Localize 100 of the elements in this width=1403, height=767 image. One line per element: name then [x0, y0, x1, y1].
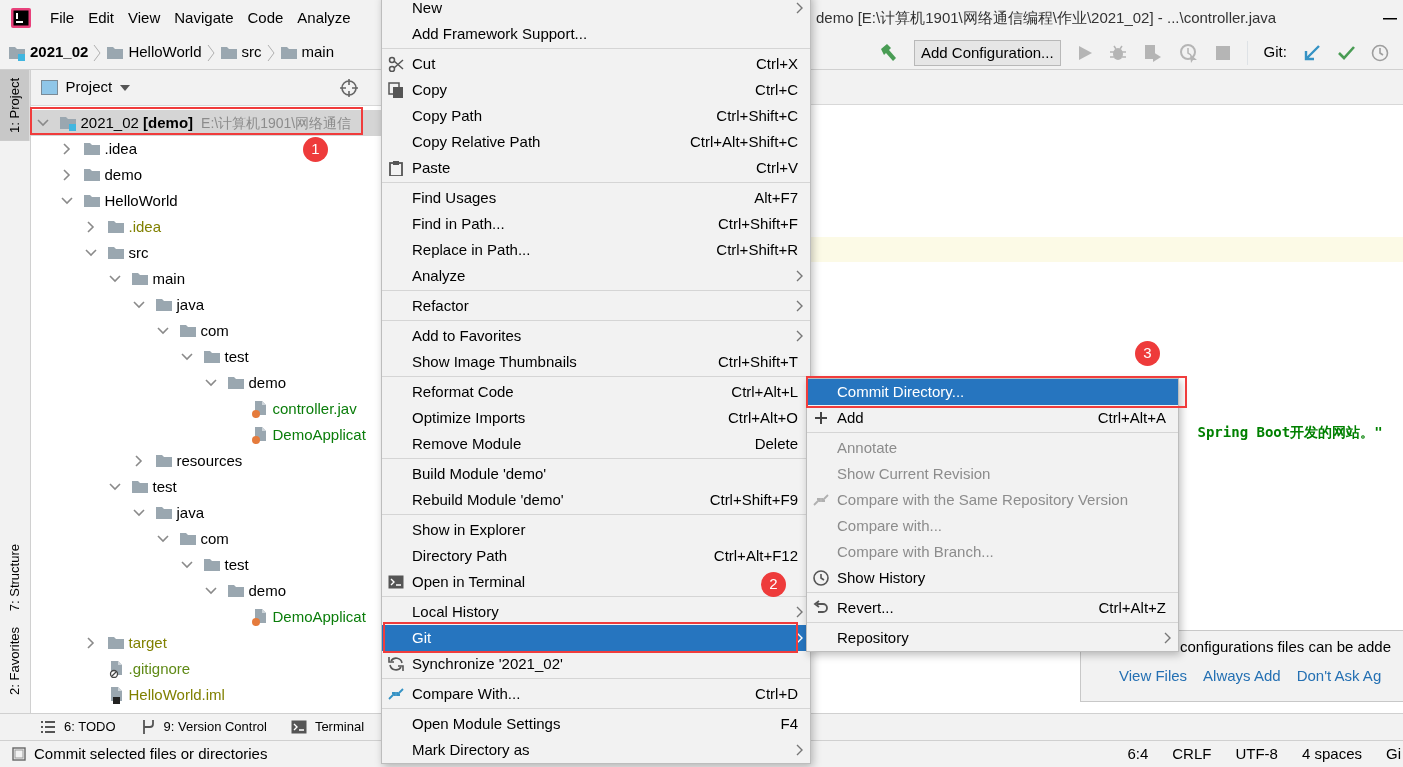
status-bar-item[interactable]: UTF-8	[1235, 742, 1278, 766]
shortcut-text: Ctrl+X	[754, 53, 798, 74]
tree-item[interactable]: .idea	[30, 214, 166, 240]
menu-item[interactable]: File	[43, 7, 82, 29]
menu-item[interactable]: Local History	[382, 599, 810, 625]
tree-item[interactable]: 2021_02 [demo] E:\计算机1901\网络通信	[30, 110, 382, 136]
menu-item[interactable]: Add to Favorites	[382, 323, 810, 349]
tree-item[interactable]: main	[30, 266, 189, 292]
tree-item[interactable]: DemoApplicat	[30, 604, 370, 630]
menu-item[interactable]: Commit Directory...	[807, 379, 1178, 405]
folder-icon	[154, 453, 173, 469]
tree-item[interactable]: java	[30, 500, 209, 526]
tree-item[interactable]: DemoApplicat	[30, 422, 370, 448]
status-bar-item[interactable]: CRLF	[1172, 742, 1212, 766]
tree-item[interactable]: demo	[30, 162, 147, 188]
tree-item[interactable]: com	[30, 318, 233, 344]
tool-window-tab[interactable]: 9: Version Control	[139, 717, 267, 737]
folder-icon	[219, 44, 238, 61]
menu-item[interactable]: Paste Ctrl+V	[382, 155, 810, 181]
menu-item[interactable]: Repository	[807, 625, 1178, 651]
menu-item[interactable]: Show History	[807, 565, 938, 591]
menu-item[interactable]: Directory Path Ctrl+Alt+F12	[382, 543, 810, 569]
breadcrumb-item[interactable]: HelloWorld	[106, 41, 202, 64]
status-bar-item[interactable]: 6:4	[1127, 742, 1149, 766]
build-hammer-icon[interactable]	[878, 42, 898, 63]
terminal-icon	[388, 574, 404, 590]
menu-item[interactable]: Copy Ctrl+C	[382, 77, 810, 103]
notification-link[interactable]: View Files	[1119, 664, 1188, 687]
tree-item[interactable]: test	[30, 552, 253, 578]
shortcut-text: Ctrl+Shift+T	[716, 351, 798, 372]
tree-item[interactable]: test	[30, 474, 181, 500]
tree-item[interactable]: HelloWorld	[30, 188, 182, 214]
menu-item[interactable]: Find Usages Alt+F7	[382, 185, 810, 211]
menu-item[interactable]: Analyze	[290, 7, 358, 29]
coverage-icon[interactable]	[1142, 43, 1163, 62]
menu-item[interactable]: Optimize Imports Ctrl+Alt+O	[382, 405, 810, 431]
tree-item[interactable]: java	[30, 292, 209, 318]
menu-item[interactable]: Show in Explorer	[382, 517, 538, 543]
menu-item[interactable]: View	[121, 7, 168, 29]
menu-item[interactable]: Cut Ctrl+X	[382, 51, 810, 77]
menu-item[interactable]: New	[382, 0, 810, 21]
menu-item[interactable]: Rebuild Module 'demo' Ctrl+Shift+F9	[382, 487, 810, 513]
tree-item[interactable]: test	[30, 344, 253, 370]
tool-window-tab[interactable]: 1: Project	[0, 70, 30, 141]
panel-title-dropdown[interactable]: Project	[65, 76, 131, 99]
tree-item[interactable]: controller.jav	[30, 396, 361, 422]
menu-item[interactable]: Edit	[81, 7, 122, 29]
menu-item[interactable]: Find in Path... Ctrl+Shift+F	[382, 211, 810, 237]
menu-item[interactable]: Add Ctrl+Alt+A	[807, 405, 1178, 431]
breadcrumb-item[interactable]: 2021_02	[8, 41, 89, 64]
tree-item[interactable]: target	[30, 630, 171, 656]
tree-item[interactable]: .gitignore	[30, 656, 195, 682]
menu-item[interactable]: Replace in Path... Ctrl+Shift+R	[382, 237, 810, 263]
menu-item[interactable]: Remove Module Delete	[382, 431, 810, 457]
tree-item[interactable]: demo	[30, 370, 291, 396]
status-bar-item[interactable]: Gi	[1386, 742, 1401, 766]
breadcrumb-item[interactable]: main	[279, 41, 334, 64]
panel-toggle-icon[interactable]	[12, 747, 26, 761]
shortcut-text: Ctrl+Alt+A	[1096, 407, 1166, 428]
tool-window-tab[interactable]: 7: Structure	[0, 535, 30, 620]
menu-item[interactable]: Analyze	[382, 263, 810, 289]
shortcut-text: F4	[779, 713, 798, 734]
menu-item[interactable]: Copy Relative Path Ctrl+Alt+Shift+C	[382, 129, 810, 155]
notification-link[interactable]: Don't Ask Ag	[1296, 664, 1382, 687]
tree-item[interactable]: HelloWorld.iml	[30, 682, 229, 708]
debug-bug-icon[interactable]	[1108, 43, 1127, 62]
status-bar-item[interactable]: 4 spaces	[1301, 742, 1362, 766]
tool-window-tab[interactable]: Terminal	[290, 717, 364, 737]
update-arrow-icon[interactable]	[1302, 43, 1321, 62]
menu-item[interactable]: Add Framework Support...	[382, 21, 600, 47]
run-icon[interactable]	[1076, 44, 1093, 61]
menu-item[interactable]: Refactor	[382, 293, 810, 319]
notification-link[interactable]: Always Add	[1203, 664, 1281, 687]
tree-item[interactable]: demo	[30, 578, 291, 604]
tree-item[interactable]: .idea	[30, 136, 142, 162]
tree-item[interactable]: src	[30, 240, 153, 266]
breadcrumb-item[interactable]: src	[219, 41, 262, 64]
menu-item[interactable]: Navigate	[167, 7, 241, 29]
menu-item[interactable]: Compare With... Ctrl+D	[382, 681, 810, 707]
menu-item[interactable]: Code	[240, 7, 291, 29]
menu-item[interactable]: Open Module Settings F4	[382, 711, 810, 737]
window-title: demo [E:\计算机1901\网络通信编程\作业\2021_02] - ...\controller.java	[816, 7, 1278, 28]
menu-item[interactable]: Synchronize '2021_02'	[382, 651, 575, 677]
tree-item[interactable]: com	[30, 526, 233, 552]
history-clock-icon[interactable]	[1370, 43, 1389, 62]
tool-window-tab[interactable]: 6: TODO	[40, 717, 116, 737]
menu-item[interactable]: Open in Terminal	[382, 569, 538, 595]
menu-item[interactable]: Reformat Code Ctrl+Alt+L	[382, 379, 810, 405]
tree-item[interactable]: resources	[30, 448, 247, 474]
git-label: Git:	[1263, 42, 1287, 63]
stop-icon[interactable]	[1214, 44, 1231, 61]
locate-target-icon[interactable]	[339, 78, 358, 97]
tool-window-tab[interactable]: 2: Favorites	[0, 619, 30, 703]
menu-item[interactable]: Mark Directory as	[382, 737, 810, 763]
profiler-icon[interactable]	[1178, 42, 1199, 63]
menu-item[interactable]: Build Module 'demo'	[382, 461, 559, 487]
menu-item[interactable]: Revert... Ctrl+Alt+Z	[807, 595, 1178, 621]
menu-item[interactable]: Show Image Thumbnails Ctrl+Shift+T	[382, 349, 810, 375]
add-configuration-button[interactable]: Add Configuration...	[914, 39, 1061, 66]
menu-item[interactable]: Copy Path Ctrl+Shift+C	[382, 103, 810, 129]
